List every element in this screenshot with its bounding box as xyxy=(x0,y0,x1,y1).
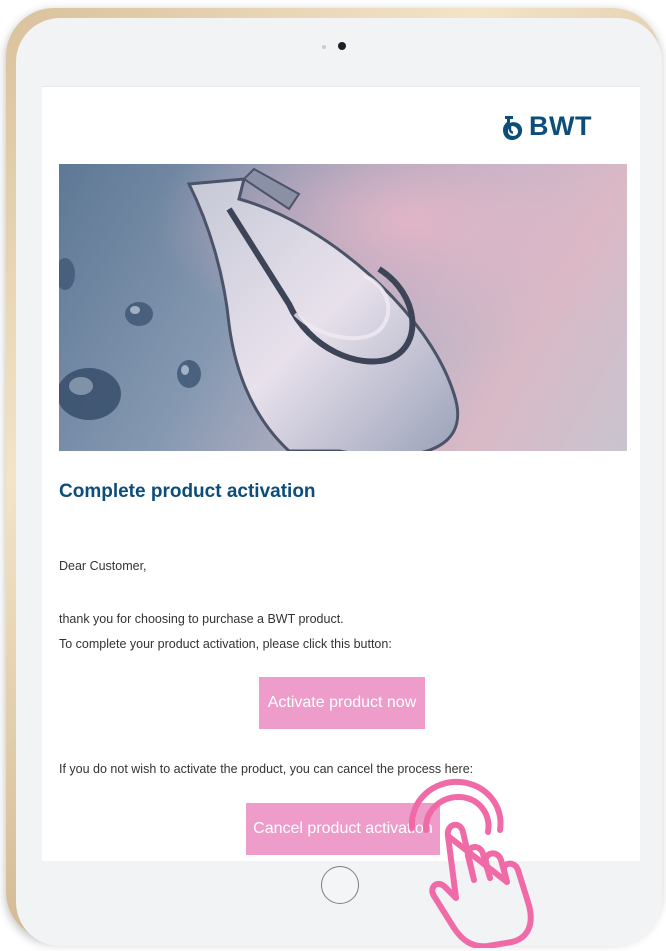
activate-product-button[interactable]: Activate product now xyxy=(259,677,425,729)
cancel-instruction-text: If you do not wish to activate the produ… xyxy=(59,762,474,776)
brand-logo: BWT xyxy=(499,111,592,142)
camera-icon xyxy=(338,42,346,50)
cancel-activation-button[interactable]: Cancel product activation xyxy=(246,803,440,855)
home-button-icon[interactable] xyxy=(321,866,359,904)
hero-drop-emblem xyxy=(59,164,627,451)
stage: BWT Complete product activation Dear Cus… xyxy=(0,0,666,951)
instruction-text: To complete your product activation, ple… xyxy=(59,637,392,651)
greeting-text: Dear Customer, xyxy=(59,559,147,573)
email-screen: BWT Complete product activation Dear Cus… xyxy=(42,86,640,861)
hero-image xyxy=(59,164,627,451)
thank-you-text: thank you for choosing to purchase a BWT… xyxy=(59,612,344,626)
brand-name: BWT xyxy=(529,111,592,141)
sensor-icon xyxy=(322,45,326,49)
bwt-drop-logo-icon xyxy=(503,115,523,140)
email-heading: Complete product activation xyxy=(59,481,316,502)
